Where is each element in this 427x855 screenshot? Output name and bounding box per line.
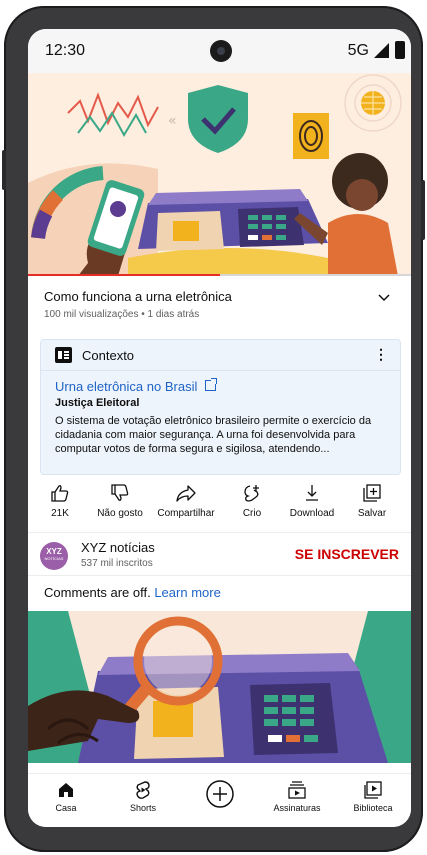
thumbs-up-icon [51, 485, 69, 502]
download-label: Download [289, 508, 335, 519]
subscribe-button[interactable]: SE INSCREVER [295, 546, 399, 562]
remix-icon [244, 485, 259, 502]
nav-subscriptions-label: Assinaturas [273, 803, 321, 813]
thumbs-down-icon [111, 484, 129, 501]
action-bar: 21K Não gosto Compartilhar Crio Download… [28, 484, 411, 532]
save-icon [363, 484, 381, 502]
context-panel: Contexto ⋮ Urna eletrônica no Brasil Jus… [40, 339, 401, 475]
nav-home-label: Casa [55, 803, 77, 813]
home-icon [59, 783, 73, 797]
video-meta: 100 mil visualizações • 1 dias atrás [44, 309, 200, 320]
context-link-text[interactable]: Urna eletrônica no Brasil [55, 379, 197, 394]
nav-create[interactable] [185, 779, 255, 809]
dislike-label: Não gosto [97, 508, 143, 519]
like-count: 21K [51, 508, 69, 519]
network-label: 5G [347, 42, 369, 59]
status-time: 12:30 [45, 42, 86, 59]
next-video-illustration [28, 611, 411, 763]
video-progress-fill [28, 274, 220, 276]
signal-icon [374, 43, 389, 58]
video-progress-bar[interactable] [28, 274, 411, 276]
dislike-button[interactable]: Não gosto [89, 484, 151, 519]
learn-more-link[interactable]: Learn more [154, 585, 220, 600]
nav-home[interactable]: Casa [31, 780, 101, 813]
channel-avatar[interactable]: XYZ NOTÍCIAS [40, 542, 68, 570]
save-label: Salvar [357, 508, 387, 519]
battery-icon [395, 41, 405, 59]
nav-shorts-label: Shorts [129, 803, 156, 813]
save-button[interactable]: Salvar [341, 484, 403, 519]
front-camera [210, 40, 232, 62]
remix-button[interactable]: Crio [221, 484, 283, 519]
like-button[interactable]: 21K [29, 484, 91, 519]
context-link[interactable]: Urna eletrônica no Brasil [55, 378, 218, 394]
avatar-subtext: NOTÍCIAS [44, 556, 64, 561]
shorts-icon [136, 781, 150, 799]
nav-subscriptions[interactable]: Assinaturas [262, 780, 332, 813]
nav-shorts[interactable]: Shorts [108, 780, 178, 813]
chevron-down-icon[interactable] [377, 291, 391, 305]
download-icon [306, 485, 318, 501]
remix-label: Crio [242, 508, 262, 519]
next-video-thumbnail[interactable] [28, 611, 411, 763]
context-body: O sistema de votação eletrônico brasilei… [55, 415, 372, 455]
context-source: Justiça Eleitoral [55, 397, 140, 409]
subscriptions-icon [288, 781, 306, 799]
bottom-navigation: Casa Shorts Assinaturas Biblioteca [28, 773, 411, 827]
svg-text:«: « [168, 113, 177, 129]
external-link-icon [205, 378, 218, 391]
download-button[interactable]: Download [281, 484, 343, 519]
create-icon [206, 780, 234, 808]
comments-off-text: Comments are off. [44, 585, 151, 600]
share-button[interactable]: Compartilhar [155, 484, 217, 519]
video-player[interactable]: « [28, 73, 411, 276]
video-info[interactable]: Como funciona a urna eletrônica 100 mil … [44, 289, 394, 320]
nav-library[interactable]: Biblioteca [338, 780, 408, 813]
channel-subscribers: 537 mil inscritos [81, 558, 153, 569]
context-header: Contexto ⋮ [41, 340, 400, 371]
library-icon [364, 781, 382, 799]
nav-library-label: Biblioteca [353, 803, 393, 813]
comments-notice: Comments are off. Learn more [44, 585, 221, 600]
video-thumbnail-illustration: « [28, 73, 411, 276]
more-options-icon[interactable]: ⋮ [374, 346, 388, 363]
video-title: Como funciona a urna eletrônica [44, 289, 232, 304]
context-heading: Contexto [82, 348, 135, 363]
channel-row: XYZ NOTÍCIAS XYZ notícias 537 mil inscri… [28, 532, 411, 576]
volume-button [2, 150, 6, 190]
channel-name[interactable]: XYZ notícias [81, 540, 155, 555]
avatar-text: XYZ [46, 547, 62, 556]
info-panel-icon [55, 347, 72, 363]
share-icon [176, 485, 196, 502]
screen: 12:30 5G « Como funciona a urna eletrôni… [28, 29, 411, 827]
share-label: Compartilhar [157, 508, 215, 519]
status-bar: 12:30 5G [28, 29, 411, 73]
power-button [421, 180, 425, 240]
